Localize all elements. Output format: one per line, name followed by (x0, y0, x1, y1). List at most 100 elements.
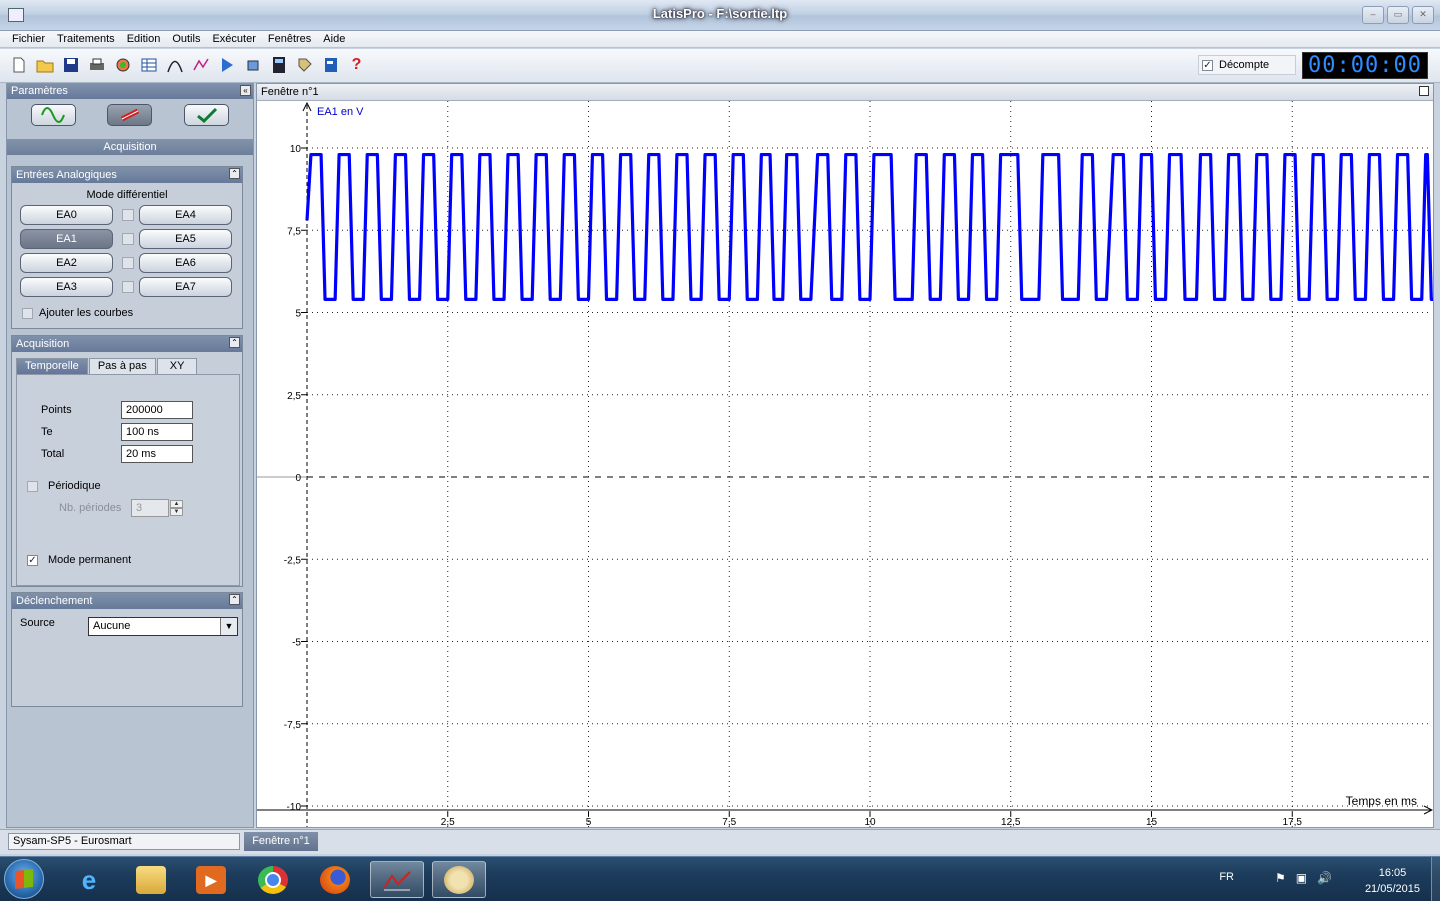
start-button[interactable] (4, 859, 44, 899)
notebook-icon[interactable] (318, 52, 343, 78)
internet-explorer-icon[interactable]: e (62, 861, 116, 898)
window-tab-fenetre-1[interactable]: Fenêtre n°1 (244, 832, 318, 851)
menu-traitements[interactable]: Traitements (51, 31, 121, 47)
eraser-icon[interactable] (240, 52, 265, 78)
channel-ea0-button[interactable]: EA0 (20, 205, 113, 225)
total-label: Total (41, 448, 65, 460)
firefox-icon[interactable] (308, 861, 362, 898)
menu-aide[interactable]: Aide (317, 31, 351, 47)
play-icon[interactable] (214, 52, 239, 78)
validate-mode-button[interactable] (184, 104, 230, 126)
differential-checkbox-2[interactable] (122, 257, 134, 269)
clock-date: 21/05/2015 (1364, 883, 1420, 895)
source-label: Source (20, 617, 55, 629)
windows-explorer-icon[interactable] (124, 861, 178, 898)
collapse-acquisition-icon[interactable]: ⌃ (229, 337, 240, 348)
channel-ea3-button[interactable]: EA3 (20, 277, 113, 297)
paint-icon[interactable] (432, 861, 486, 898)
parameters-header: Paramètres « (7, 84, 253, 99)
print-icon[interactable] (84, 52, 109, 78)
restore-button[interactable]: ▭ (1387, 6, 1409, 24)
taskbar: e ▶ FR ⚑ ▣ 🔊 16:05 21/05/2015 (0, 856, 1440, 901)
menu-bar: Fichier Traitements Edition Outils Exécu… (0, 31, 1440, 48)
title-bar: LatisPro - F:\sortie.ltp – ▭ ✕ (0, 0, 1440, 31)
channel-ea7-button[interactable]: EA7 (139, 277, 232, 297)
y-tick-label: -7,5 (284, 720, 302, 731)
table-icon[interactable] (136, 52, 161, 78)
channel-ea4-button[interactable]: EA4 (139, 205, 232, 225)
temporelle-tab-panel: Points Te Total Périodique Nb. périodes … (16, 374, 240, 586)
y-tick-label: 7,5 (287, 226, 301, 237)
nb-periodes-label: Nb. périodes (59, 502, 122, 514)
te-input[interactable] (121, 423, 193, 441)
collapse-panel-icon[interactable]: « (240, 85, 251, 96)
menu-fichier[interactable]: Fichier (6, 31, 51, 47)
decompte-checkbox[interactable]: ✓ Décompte (1198, 55, 1296, 75)
total-input[interactable] (121, 445, 193, 463)
tag-icon[interactable] (292, 52, 317, 78)
differential-checkbox-0[interactable] (122, 209, 134, 221)
help-icon[interactable]: ? (344, 52, 369, 78)
sensor-mode-button[interactable] (107, 104, 153, 126)
analog-inputs-group: Entrées Analogiques ⌃ Mode différentiel … (11, 166, 243, 329)
checkbox-icon[interactable]: ✓ (1202, 59, 1213, 71)
channel-ea6-button[interactable]: EA6 (139, 253, 232, 273)
nb-periodes-input[interactable] (131, 499, 169, 517)
clock[interactable]: 16:05 21/05/2015 (1365, 865, 1420, 897)
channel-ea1-button[interactable]: EA1 (20, 229, 113, 249)
y-tick-label: -2,5 (284, 555, 302, 566)
menu-outils[interactable]: Outils (166, 31, 206, 47)
add-curves-checkbox[interactable] (22, 307, 33, 319)
differential-checkbox-3[interactable] (122, 281, 134, 293)
save-icon[interactable] (58, 52, 83, 78)
acquisition-title: Acquisition (16, 338, 70, 350)
curve-icon[interactable] (162, 52, 187, 78)
calculator-icon[interactable] (266, 52, 291, 78)
x-tick-label: 2,5 (441, 817, 455, 828)
network-icon[interactable]: ▣ (1296, 871, 1307, 885)
acquisition-group: Acquisition ⌃ Temporelle Pas à pas XY Po… (11, 335, 243, 587)
parameters-panel: Paramètres « Acquisition Entrées Analogi… (6, 83, 254, 828)
color-palette-icon[interactable] (110, 52, 135, 78)
mode-permanent-checkbox[interactable]: ✓ (27, 554, 38, 566)
maximize-graph-icon[interactable] (1419, 86, 1429, 96)
volume-icon[interactable]: 🔊 (1317, 871, 1332, 885)
menu-edition[interactable]: Edition (121, 31, 167, 47)
analog-inputs-title: Entrées Analogiques (16, 169, 117, 181)
minimize-button[interactable]: – (1362, 6, 1384, 24)
spin-up-icon[interactable]: ▲ (170, 500, 183, 508)
tab-pas-a-pas[interactable]: Pas à pas (88, 358, 156, 374)
flag-icon[interactable]: ⚑ (1275, 871, 1286, 885)
oscilloscope-plot[interactable]: 10 7,5 5 2,5 0 -2,5 -5 -7,5 -10 2,5 5 7,5 10 12,5 15 17… (257, 101, 1434, 828)
source-dropdown[interactable]: Aucune ▼ (88, 617, 238, 636)
media-player-icon[interactable]: ▶ (184, 861, 238, 898)
tab-xy[interactable]: XY (156, 358, 198, 374)
collapse-trigger-icon[interactable]: ⌃ (229, 594, 240, 605)
open-folder-icon[interactable] (32, 52, 57, 78)
collapse-analog-icon[interactable]: ⌃ (229, 168, 240, 179)
tab-temporelle[interactable]: Temporelle (16, 358, 88, 374)
differential-checkbox-1[interactable] (122, 233, 134, 245)
x-tick-label: 15 (1146, 817, 1158, 828)
modelling-icon[interactable] (188, 52, 213, 78)
periodique-checkbox[interactable] (27, 480, 38, 492)
points-input[interactable] (121, 401, 193, 419)
close-button[interactable]: ✕ (1412, 6, 1434, 24)
menu-fenetres[interactable]: Fenêtres (262, 31, 317, 47)
x-tick-label: 7,5 (722, 817, 736, 828)
x-tick-label: 5 (586, 817, 592, 828)
channel-ea2-button[interactable]: EA2 (20, 253, 113, 273)
spin-down-icon[interactable]: ▼ (170, 508, 183, 516)
chevron-down-icon[interactable]: ▼ (220, 618, 237, 635)
status-bar: Sysam-SP5 - Eurosmart Fenêtre n°1 (0, 829, 1440, 854)
show-desktop-button[interactable] (1431, 857, 1440, 901)
language-indicator[interactable]: FR (1219, 871, 1234, 883)
periodique-label: Périodique (48, 480, 101, 492)
chrome-icon[interactable] (246, 861, 300, 898)
channel-ea5-button[interactable]: EA5 (139, 229, 232, 249)
menu-executer[interactable]: Exécuter (206, 31, 261, 47)
new-file-icon[interactable] (6, 52, 31, 78)
sine-wave-mode-button[interactable] (30, 104, 76, 126)
x-axis-label: Temps en ms (1346, 794, 1417, 808)
latispro-icon[interactable] (370, 861, 424, 898)
